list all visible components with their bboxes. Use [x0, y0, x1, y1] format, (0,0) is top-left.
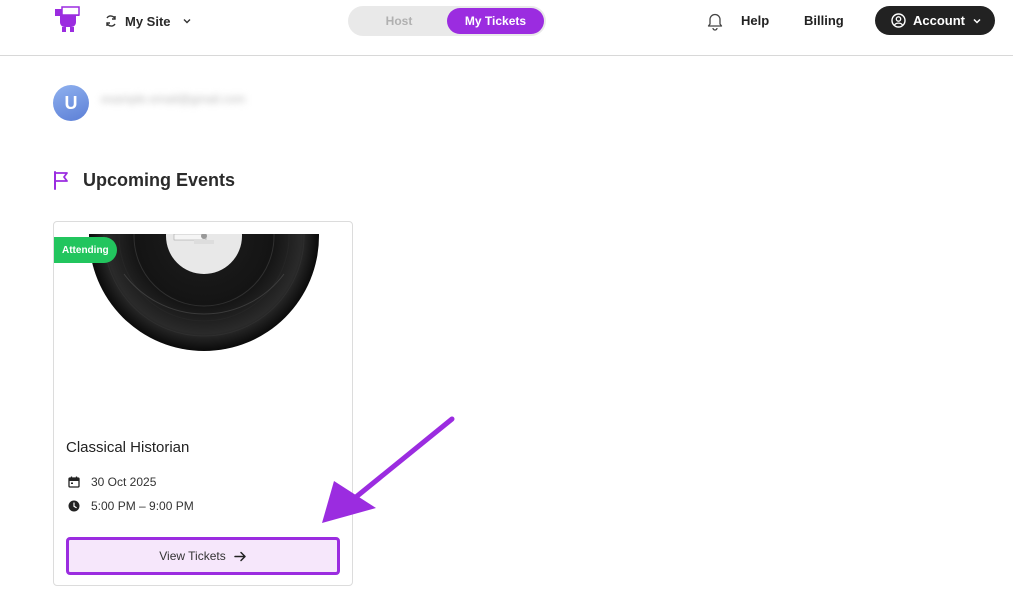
event-date: 30 Oct 2025: [91, 475, 157, 489]
app-logo-icon[interactable]: [53, 5, 83, 33]
mode-toggle: Host My Tickets: [348, 6, 546, 36]
chevron-down-icon: [183, 19, 191, 24]
event-title: Classical Historian: [66, 439, 190, 456]
arrow-right-icon: [233, 551, 246, 561]
billing-link[interactable]: Billing: [804, 13, 844, 28]
chevron-down-icon: [973, 18, 981, 24]
flag-icon: [54, 171, 68, 190]
host-tab[interactable]: Host: [352, 8, 446, 34]
my-tickets-tab[interactable]: My Tickets: [447, 8, 544, 34]
event-time: 5:00 PM – 9:00 PM: [91, 499, 194, 513]
site-name: My Site: [125, 13, 171, 29]
clock-icon: [68, 500, 80, 512]
account-label: Account: [913, 13, 965, 28]
switch-icon: [106, 15, 116, 27]
help-link[interactable]: Help: [741, 13, 769, 28]
event-time-row: 5:00 PM – 9:00 PM: [68, 499, 194, 513]
section-title: Upcoming Events: [83, 170, 236, 190]
user-circle-icon: [891, 13, 906, 28]
event-card[interactable]: Attending Classical Historian 30 Oct 202…: [53, 221, 353, 586]
section-header: Upcoming Events: [53, 170, 235, 191]
top-navigation-bar: My Site Host My Tickets Help Billing Acc…: [0, 0, 1013, 56]
site-switcher[interactable]: My Site: [104, 12, 192, 30]
user-email: example.email@gmail.com: [101, 92, 246, 106]
user-avatar[interactable]: U: [53, 85, 89, 121]
account-button[interactable]: Account: [875, 6, 995, 35]
event-date-row: 30 Oct 2025: [68, 475, 156, 489]
view-tickets-button[interactable]: View Tickets: [66, 537, 340, 575]
view-tickets-label: View Tickets: [159, 549, 226, 563]
bell-icon[interactable]: [706, 11, 724, 31]
calendar-icon: [68, 476, 80, 488]
status-badge: Attending: [54, 237, 117, 263]
